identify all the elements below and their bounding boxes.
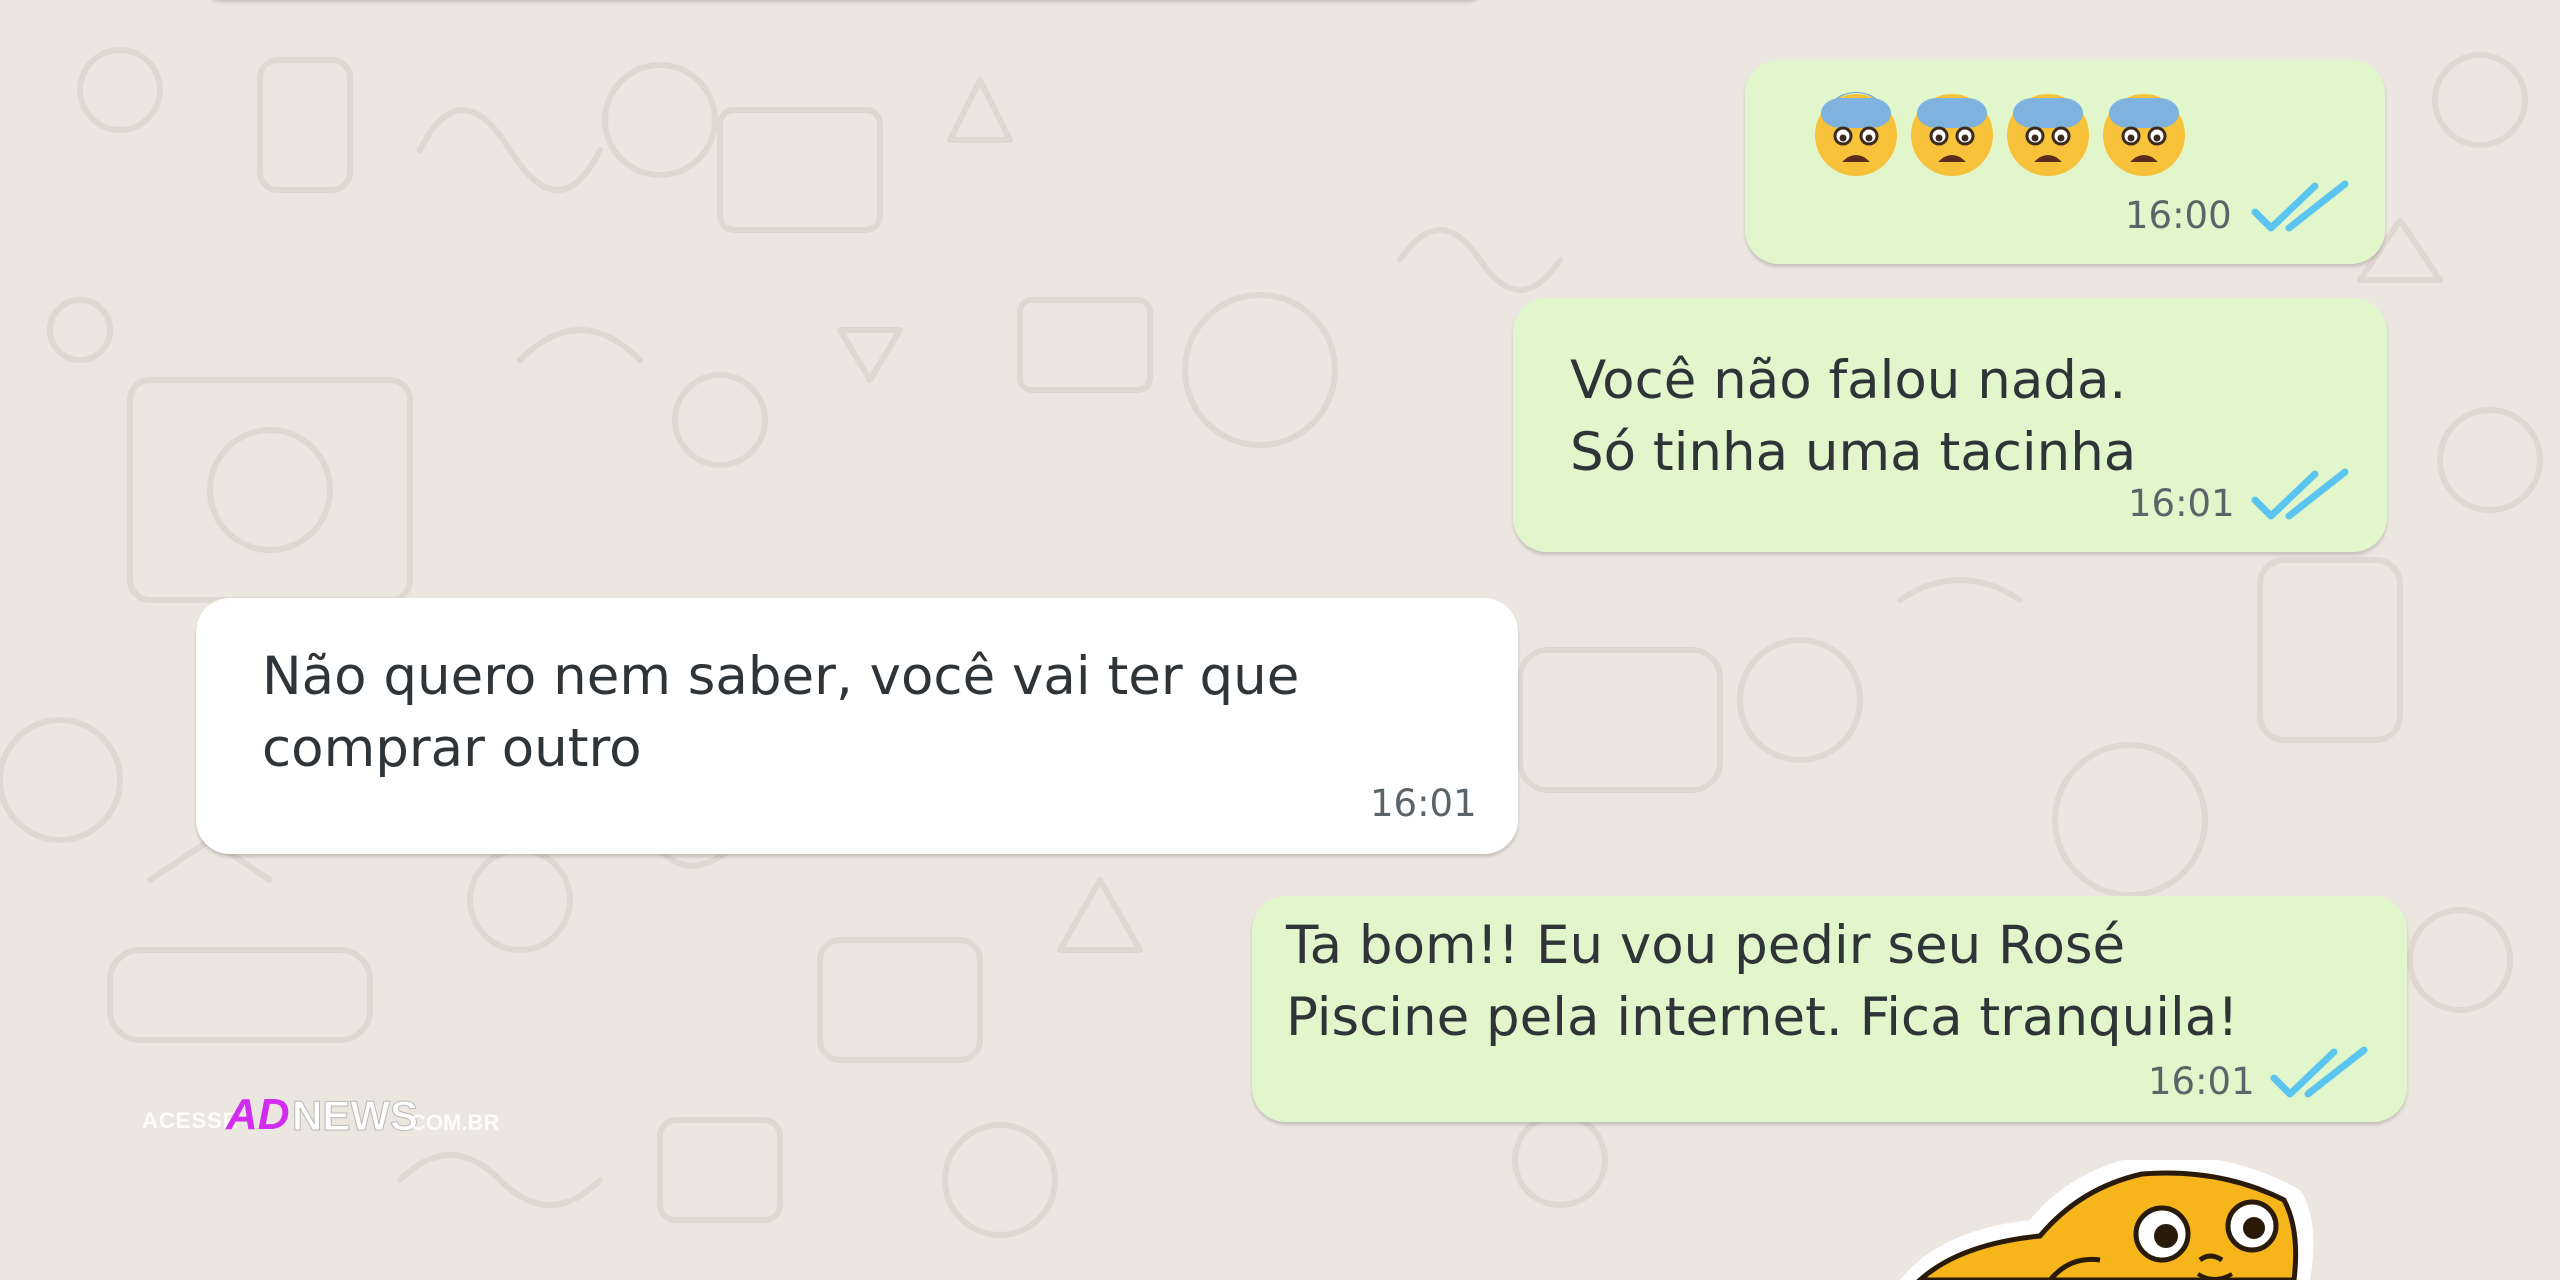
message-time: 16:01: [2128, 482, 2235, 525]
message-time: 16:00: [2125, 194, 2232, 237]
outgoing-message-bubble[interactable]: Você não falou nada. Só tinha uma tacinh…: [1513, 298, 2387, 552]
watermark-suffix: .COM.BR: [404, 1110, 500, 1135]
read-double-check-icon: [2251, 180, 2349, 232]
message-text: Ta bom!! Eu vou pedir seu Rosé Piscine p…: [1286, 915, 2239, 1048]
watermark-brand: AD: [226, 1090, 290, 1139]
outgoing-message-bubble[interactable]: Ta bom!! Eu vou pedir seu Rosé Piscine p…: [1252, 896, 2407, 1122]
message-time: 16:01: [1370, 782, 1477, 825]
fearful-face-emoji-icon: [1911, 94, 1993, 176]
fearful-face-emoji-icon: [2007, 94, 2089, 176]
watermark-brand-suffix: NEWS: [292, 1092, 419, 1140]
watermark-prefix: ACESSE: [142, 1108, 239, 1133]
message-text: Não quero nem saber, você vai ter que co…: [262, 646, 1300, 779]
jake-the-dog-sticker-icon: [1900, 1160, 2314, 1280]
read-double-check-icon: [2270, 1046, 2368, 1098]
emoji-row: [1813, 92, 2187, 178]
message-time: 16:01: [2148, 1060, 2255, 1103]
fearful-face-emoji-icon: [1815, 92, 1897, 176]
adnews-watermark-logo: ACESSE AD NEWS .COM.BR: [142, 1090, 499, 1140]
outgoing-message-bubble[interactable]: 16:00: [1745, 60, 2385, 264]
read-double-check-icon: [2251, 468, 2349, 520]
fearful-face-emoji-icon: [2103, 94, 2185, 176]
incoming-message-bubble[interactable]: Não quero nem saber, você vai ter que co…: [196, 598, 1518, 854]
message-text: Você não falou nada. Só tinha uma tacinh…: [1570, 350, 2137, 483]
